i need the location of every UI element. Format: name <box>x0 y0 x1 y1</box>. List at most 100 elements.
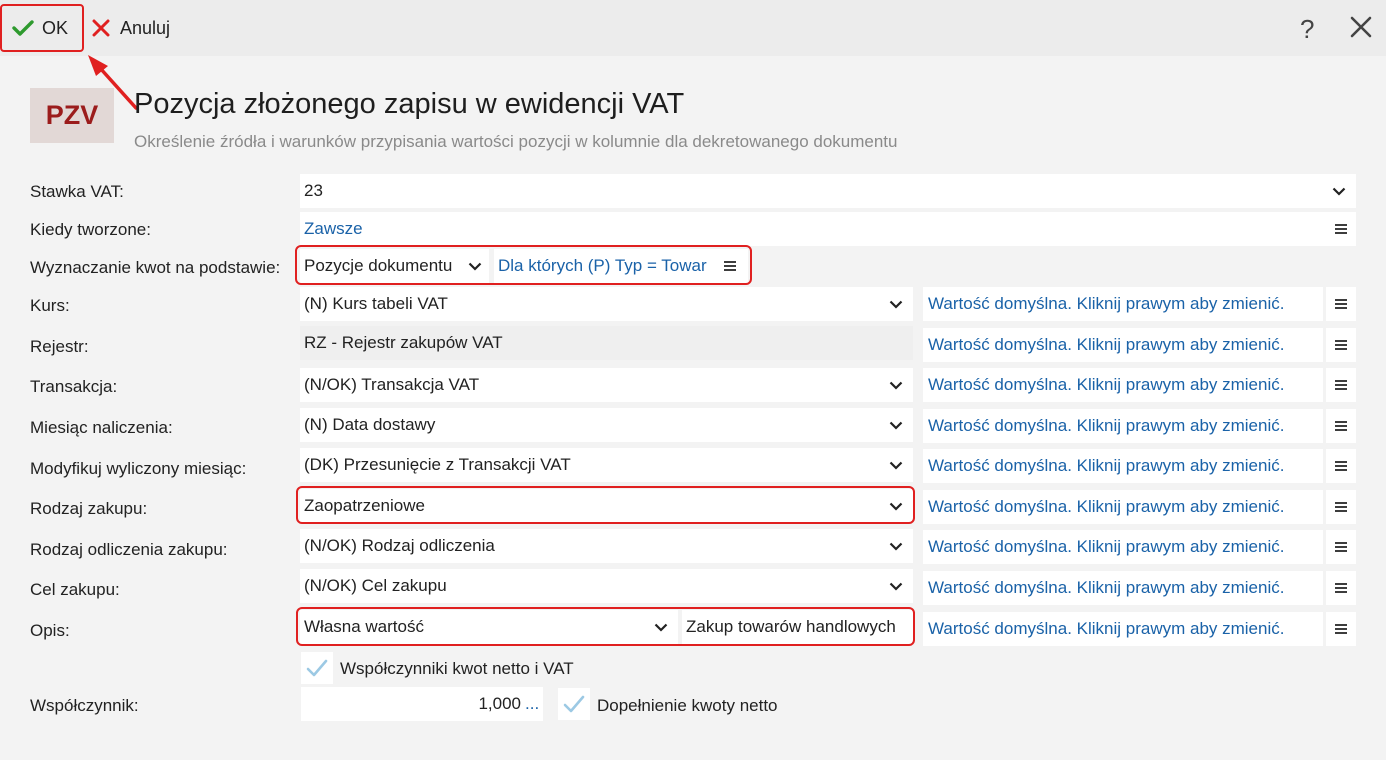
page-subtitle: Określenie źródła i warunków przypisania… <box>134 132 898 151</box>
chevron-down-icon <box>461 249 489 283</box>
opis-label: Opis: <box>30 621 70 640</box>
cel-zakupu-menu-button[interactable] <box>1326 571 1356 605</box>
wyznaczanie-label: Wyznaczanie kwot na podstawie: <box>30 258 281 277</box>
page-title: Pozycja złożonego zapisu w ewidencji VAT <box>134 88 685 120</box>
rodzaj-zakupu-select[interactable]: Zaopatrzeniowe <box>300 489 913 523</box>
transakcja-default-link[interactable]: Wartość domyślna. Kliknij prawym aby zmi… <box>923 368 1323 402</box>
cancel-button[interactable]: Anuluj <box>90 4 170 52</box>
wspolczynnik-input[interactable]: 1,000 <box>301 687 523 721</box>
wyznaczanie-value: Pozycje dokumentu <box>304 256 453 275</box>
cancel-label: Anuluj <box>120 17 171 38</box>
miesiac-select[interactable]: (N) Data dostawy <box>300 408 913 442</box>
checkmark-icon <box>563 695 585 713</box>
transakcja-select[interactable]: (N/OK) Transakcja VAT <box>300 368 913 402</box>
toolbar: OK Anuluj ? <box>0 0 1386 56</box>
kurs-label: Kurs: <box>30 296 70 315</box>
dopelnienie-checkbox[interactable] <box>558 688 590 720</box>
chevron-down-icon <box>879 489 913 523</box>
transakcja-menu-button[interactable] <box>1326 368 1356 402</box>
menu-icon[interactable] <box>724 261 736 271</box>
kiedy-tworzone-field[interactable]: Zawsze <box>300 212 1326 246</box>
modyfikuj-value: (DK) Przesunięcie z Transakcji VAT <box>304 455 571 474</box>
menu-icon <box>1335 421 1347 431</box>
rodzaj-odliczenia-label: Rodzaj odliczenia zakupu: <box>30 540 228 559</box>
miesiac-label: Miesiąc naliczenia: <box>30 418 173 437</box>
cel-zakupu-label: Cel zakupu: <box>30 580 120 599</box>
ellipsis-icon: ... <box>525 694 540 713</box>
stawka-vat-label: Stawka VAT: <box>30 182 124 201</box>
menu-icon <box>1335 502 1347 512</box>
dopelnienie-label: Dopełnienie kwoty netto <box>597 696 778 715</box>
help-button[interactable]: ? <box>1300 14 1314 45</box>
chevron-down-icon <box>879 448 913 482</box>
wspolczynniki-label: Współczynniki kwot netto i VAT <box>340 659 574 678</box>
wspolczynnik-value: 1,000 <box>478 694 521 713</box>
modyfikuj-menu-button[interactable] <box>1326 449 1356 483</box>
chevron-down-icon <box>879 529 913 563</box>
menu-icon <box>1335 624 1347 634</box>
kiedy-tworzone-value[interactable]: Zawsze <box>304 219 1326 239</box>
rodzaj-odliczenia-default-link[interactable]: Wartość domyślna. Kliknij prawym aby zmi… <box>923 530 1323 564</box>
kurs-select[interactable]: (N) Kurs tabeli VAT <box>300 287 913 321</box>
rodzaj-odliczenia-menu-button[interactable] <box>1326 530 1356 564</box>
close-x-red-icon <box>92 19 110 37</box>
miesiac-menu-button[interactable] <box>1326 409 1356 443</box>
rodzaj-odliczenia-value: (N/OK) Rodzaj odliczenia <box>304 536 495 555</box>
kiedy-tworzone-label: Kiedy tworzone: <box>30 220 151 239</box>
ok-label: OK <box>42 17 69 38</box>
modyfikuj-select[interactable]: (DK) Przesunięcie z Transakcji VAT <box>300 448 913 482</box>
miesiac-default-link[interactable]: Wartość domyślna. Kliknij prawym aby zmi… <box>923 409 1323 443</box>
kiedy-tworzone-menu-button[interactable] <box>1326 212 1356 246</box>
chevron-down-icon <box>879 569 913 603</box>
chevron-down-icon <box>879 368 913 402</box>
chevron-down-icon <box>1322 174 1356 208</box>
cel-zakupu-select[interactable]: (N/OK) Cel zakupu <box>300 569 913 603</box>
menu-icon <box>1335 340 1347 350</box>
menu-icon <box>1335 380 1347 390</box>
rodzaj-zakupu-menu-button[interactable] <box>1326 490 1356 524</box>
rodzaj-odliczenia-select[interactable]: (N/OK) Rodzaj odliczenia <box>300 529 913 563</box>
modyfikuj-label: Modyfikuj wyliczony miesiąc: <box>30 459 247 478</box>
wspolczynniki-checkbox[interactable] <box>301 652 333 684</box>
opis-text-value: Zakup towarów handlowych <box>686 617 896 636</box>
chevron-down-icon <box>879 408 913 442</box>
rejestr-menu-button[interactable] <box>1326 328 1356 362</box>
rejestr-label: Rejestr: <box>30 337 89 356</box>
menu-icon <box>1335 542 1347 552</box>
menu-icon <box>1335 461 1347 471</box>
modyfikuj-default-link[interactable]: Wartość domyślna. Kliknij prawym aby zmi… <box>923 449 1323 483</box>
miesiac-value: (N) Data dostawy <box>304 415 436 434</box>
stawka-vat-select[interactable]: 23 <box>300 174 1356 208</box>
menu-icon <box>1335 224 1347 234</box>
kurs-default-link[interactable]: Wartość domyślna. Kliknij prawym aby zmi… <box>923 287 1323 321</box>
cel-zakupu-value: (N/OK) Cel zakupu <box>304 576 447 595</box>
cel-zakupu-default-link[interactable]: Wartość domyślna. Kliknij prawym aby zmi… <box>923 571 1323 605</box>
chevron-down-icon <box>644 610 678 644</box>
rejestr-value: RZ - Rejestr zakupów VAT <box>304 333 503 352</box>
rodzaj-zakupu-default-link[interactable]: Wartość domyślna. Kliknij prawym aby zmi… <box>923 490 1323 524</box>
checkmark-icon <box>12 20 34 36</box>
wyznaczanie-filter-value[interactable]: Dla których (P) Typ = Towar <box>498 256 724 276</box>
kurs-menu-button[interactable] <box>1326 287 1356 321</box>
chevron-down-icon <box>879 287 913 321</box>
ok-button[interactable]: OK <box>0 4 84 52</box>
opis-default-link[interactable]: Wartość domyślna. Kliknij prawym aby zmi… <box>923 612 1323 646</box>
rodzaj-zakupu-value: Zaopatrzeniowe <box>304 496 425 515</box>
wspolczynnik-label: Współczynnik: <box>30 696 139 715</box>
wyznaczanie-filter[interactable]: Dla których (P) Typ = Towar <box>494 249 748 283</box>
opis-value: Własna wartość <box>304 617 424 636</box>
close-window-icon[interactable] <box>1348 14 1374 40</box>
document-type-logo: PZV <box>30 88 114 143</box>
wspolczynnik-dots-button[interactable]: ... <box>523 687 543 721</box>
menu-icon <box>1335 583 1347 593</box>
transakcja-value: (N/OK) Transakcja VAT <box>304 375 480 394</box>
transakcja-label: Transakcja: <box>30 377 118 396</box>
opis-menu-button[interactable] <box>1326 612 1356 646</box>
rejestr-field: RZ - Rejestr zakupów VAT <box>300 326 913 360</box>
kurs-value: (N) Kurs tabeli VAT <box>304 294 448 313</box>
rejestr-default-link[interactable]: Wartość domyślna. Kliknij prawym aby zmi… <box>923 328 1323 362</box>
opis-text-input[interactable]: Zakup towarów handlowych <box>682 610 913 644</box>
wyznaczanie-select[interactable]: Pozycje dokumentu <box>300 249 489 283</box>
opis-select[interactable]: Własna wartość <box>300 610 678 644</box>
rodzaj-zakupu-label: Rodzaj zakupu: <box>30 499 148 518</box>
